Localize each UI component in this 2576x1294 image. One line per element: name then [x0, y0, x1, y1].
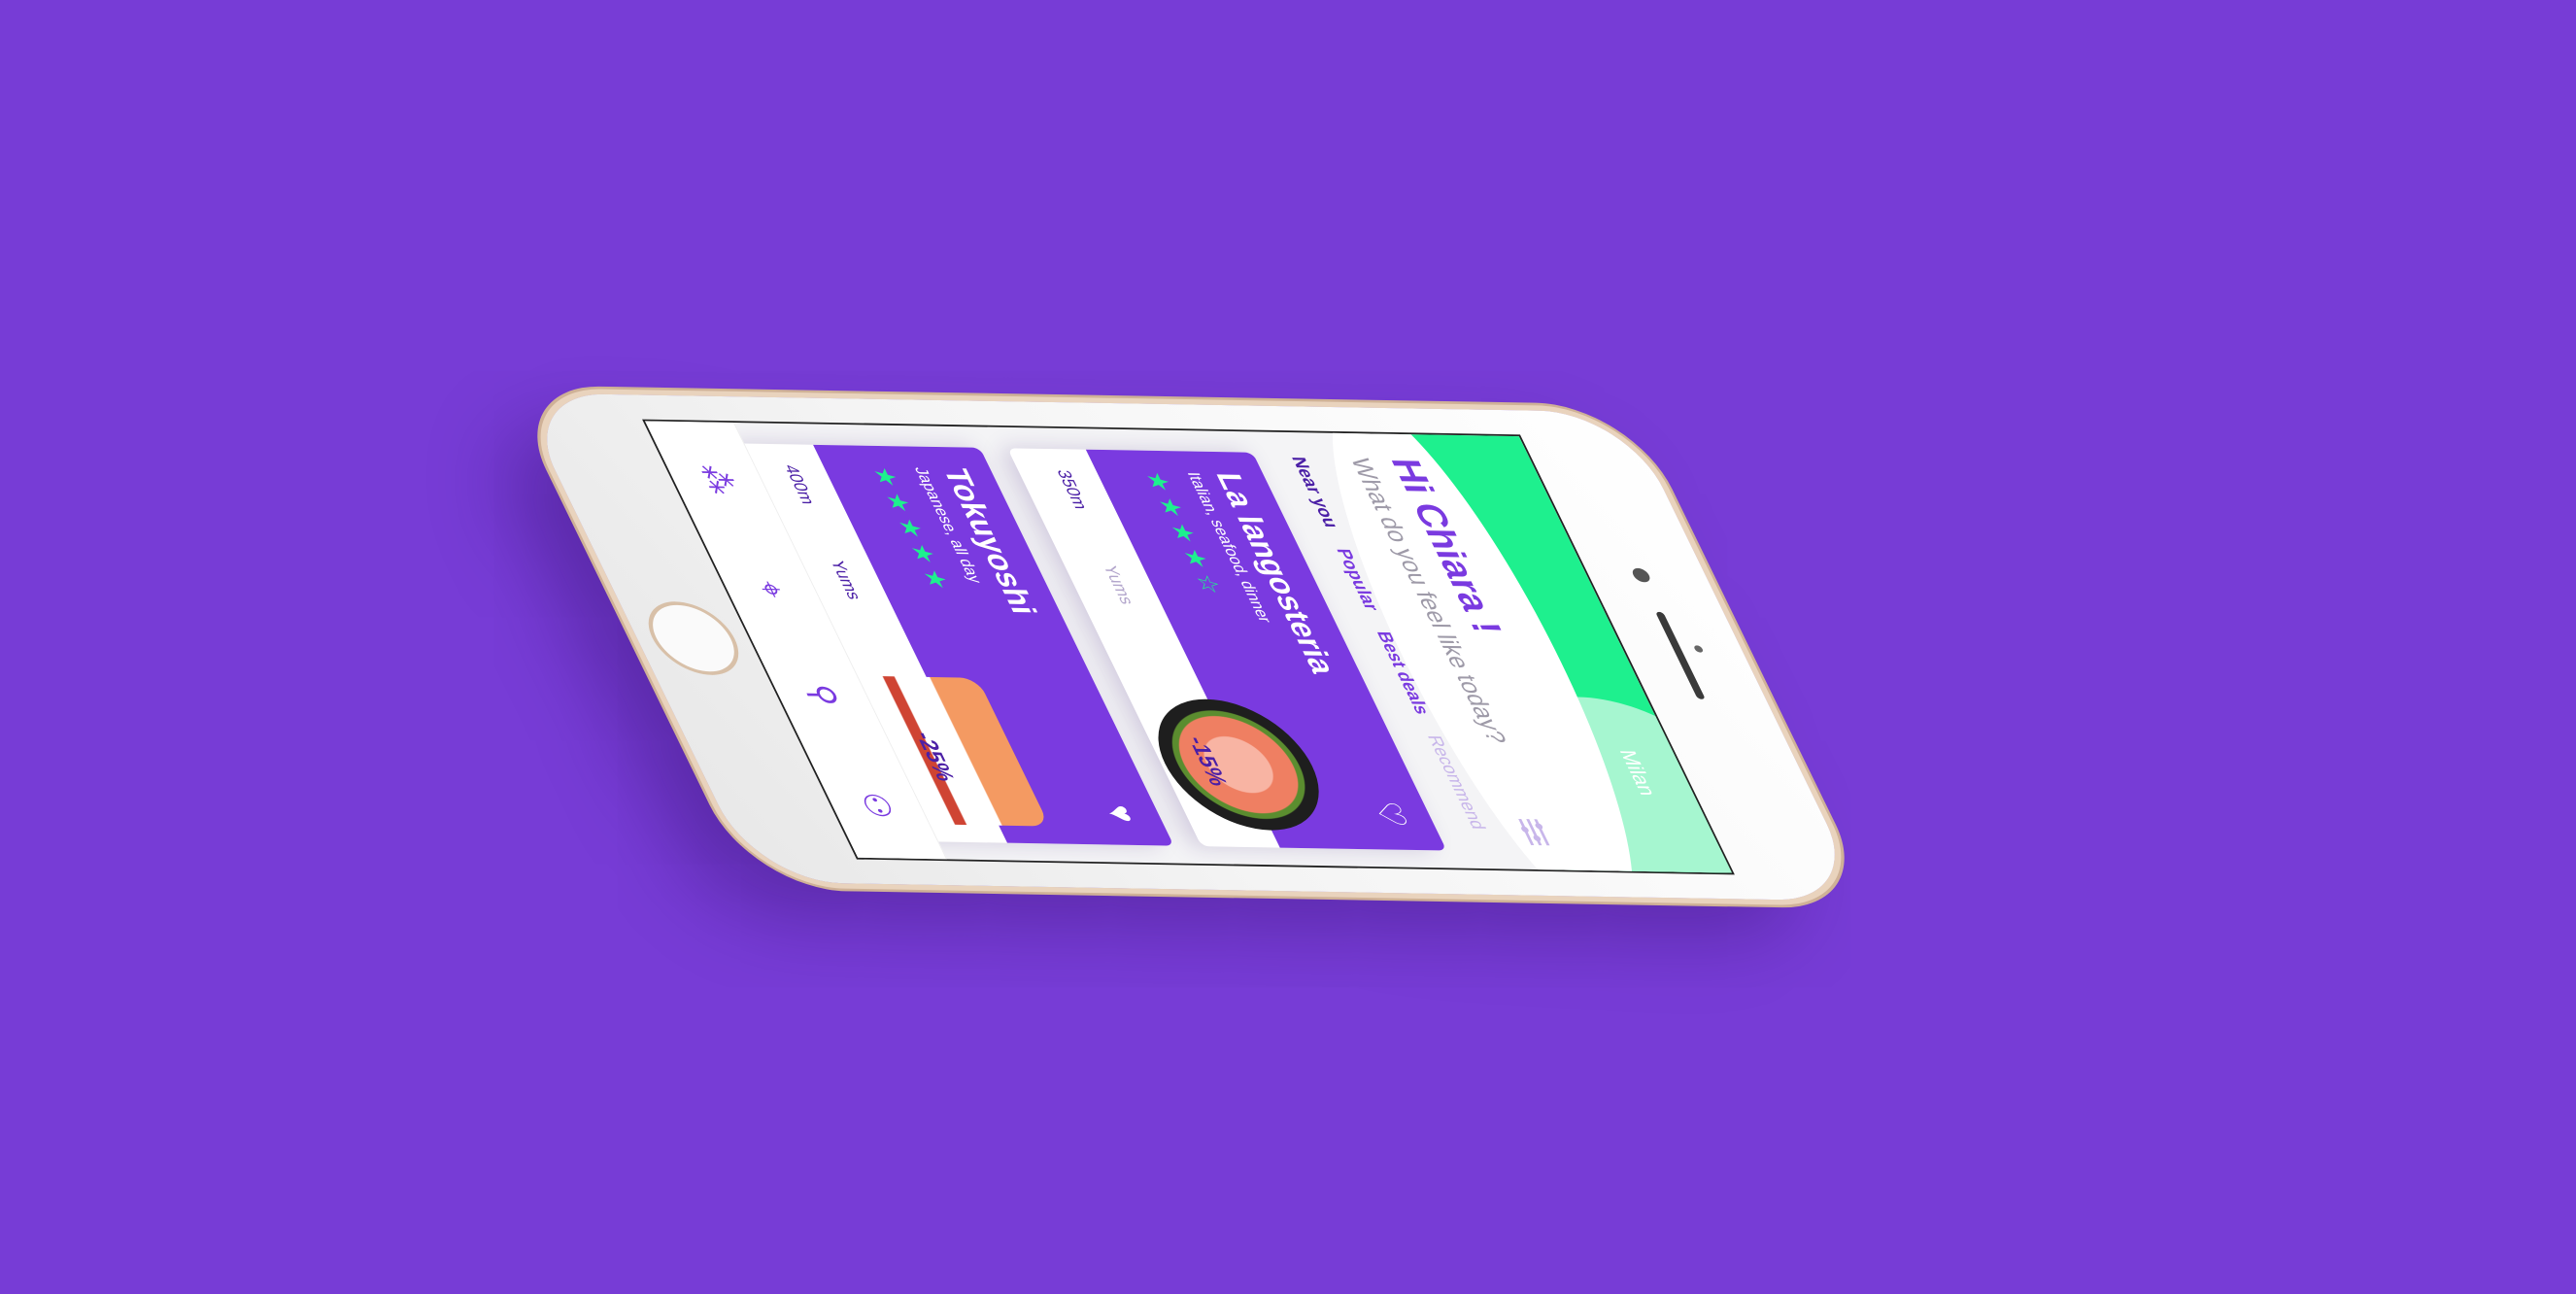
map-pin-icon[interactable]: ⌖ — [748, 581, 795, 598]
search-icon[interactable]: ⚲ — [797, 684, 847, 706]
distance: 350m — [1052, 469, 1092, 510]
yums-label: Yums — [826, 560, 865, 600]
phone-body: Milan Hi Chiara ! What do you feel like … — [517, 392, 1865, 902]
profile-icon[interactable]: ⚇ — [850, 792, 902, 819]
tab-near-you[interactable]: Near you — [1286, 457, 1342, 528]
app-screen: Milan Hi Chiara ! What do you feel like … — [642, 419, 1735, 875]
yums-label: Yums — [1099, 564, 1138, 605]
home-icon[interactable]: ⁂ — [691, 464, 744, 494]
home-button[interactable] — [634, 600, 753, 676]
distance: 400m — [780, 464, 820, 505]
front-camera — [1630, 567, 1653, 583]
proximity-sensor — [1692, 645, 1705, 653]
earpiece-speaker — [1655, 611, 1706, 699]
